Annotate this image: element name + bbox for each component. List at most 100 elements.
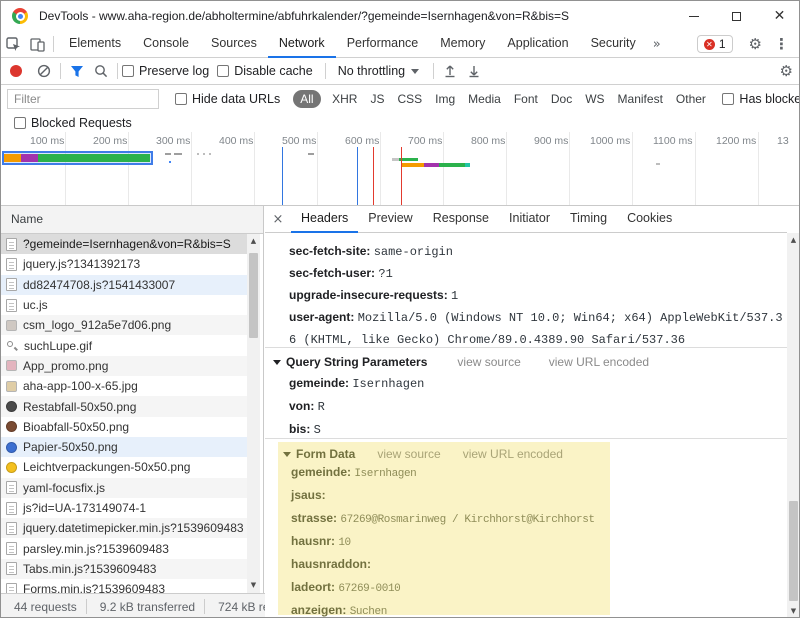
request-row[interactable]: dd82474708.js?1541433007: [1, 275, 247, 295]
has-blocked-cookies-checkbox[interactable]: [722, 93, 734, 105]
tab-security[interactable]: Security: [580, 31, 647, 58]
request-name: App_promo.png: [23, 359, 108, 373]
form-param: hausnraddon:: [278, 554, 610, 577]
settings-gear-icon[interactable]: ⚙: [749, 35, 762, 53]
header-value: 1: [451, 289, 458, 303]
name-column-header[interactable]: Name: [1, 206, 264, 234]
request-row[interactable]: Papier-50x50.png: [1, 437, 247, 457]
tab-application[interactable]: Application: [496, 31, 579, 58]
tab-network[interactable]: Network: [268, 31, 336, 58]
event-marker-line: [401, 147, 402, 206]
request-row[interactable]: yaml-focusfix.js: [1, 478, 247, 498]
pill-xhr[interactable]: XHR: [332, 92, 357, 106]
waterfall-bar: [203, 153, 205, 155]
clear-icon[interactable]: [32, 59, 56, 83]
preserve-log-checkbox[interactable]: [122, 65, 134, 77]
requests-scrollbar[interactable]: ▲ ▼: [247, 234, 260, 593]
devtools-window: DevTools - www.aha-region.de/abholtermin…: [0, 0, 800, 618]
error-badge[interactable]: ✕ 1: [697, 35, 733, 53]
form-data-title[interactable]: Form Data: [296, 447, 355, 461]
scroll-down-icon[interactable]: ▼: [247, 578, 260, 593]
details-scrollbar[interactable]: ▲ ▼: [787, 233, 800, 618]
view-url-encoded-link[interactable]: view URL encoded: [549, 355, 649, 369]
request-row[interactable]: jquery.js?1341392173: [1, 254, 247, 274]
detail-tab-timing[interactable]: Timing: [560, 206, 617, 233]
request-row[interactable]: jquery.datetimepicker.min.js?1539609483: [1, 518, 247, 538]
filter-input[interactable]: [7, 89, 159, 109]
request-row[interactable]: csm_logo_912a5e7d06.png: [1, 315, 247, 335]
request-row[interactable]: Forms.min.js?1539609483: [1, 579, 247, 593]
throttling-select[interactable]: No throttling: [338, 64, 405, 78]
pill-ws[interactable]: WS: [585, 92, 604, 106]
status-segment: 9.2 kB transferred: [100, 600, 195, 614]
disable-cache-checkbox[interactable]: [217, 65, 229, 77]
detail-tab-cookies[interactable]: Cookies: [617, 206, 682, 233]
detail-tab-response[interactable]: Response: [423, 206, 499, 233]
request-row[interactable]: js?id=UA-173149074-1: [1, 498, 247, 518]
chevron-down-icon[interactable]: [273, 360, 281, 365]
maximize-button[interactable]: [715, 1, 758, 31]
network-settings-gear-icon[interactable]: ⚙: [780, 62, 793, 80]
request-row[interactable]: Leichtverpackungen-50x50.png: [1, 457, 247, 477]
preserve-log-label: Preserve log: [139, 64, 209, 78]
more-tabs-button[interactable]: »: [647, 37, 667, 52]
request-row[interactable]: Bioabfall-50x50.png: [1, 417, 247, 437]
scrollbar-thumb[interactable]: [249, 253, 258, 338]
scroll-down-icon[interactable]: ▼: [787, 604, 800, 618]
timeline-tick-label: 300 ms: [156, 135, 190, 147]
divider: [325, 63, 326, 79]
device-toolbar-icon[interactable]: [25, 32, 49, 56]
pill-all[interactable]: All: [293, 90, 320, 108]
scrollbar-thumb[interactable]: [789, 501, 798, 601]
status-bar: 44 requests9.2 kB transferred724 kB reso…: [1, 593, 265, 618]
close-details-icon[interactable]: ×: [265, 212, 291, 227]
pill-other[interactable]: Other: [676, 92, 706, 106]
request-row[interactable]: aha-app-100-x-65.jpg: [1, 376, 247, 396]
pill-font[interactable]: Font: [514, 92, 538, 106]
inspect-element-icon[interactable]: [1, 32, 25, 56]
timeline-gridline: [128, 132, 129, 206]
request-row[interactable]: App_promo.png: [1, 356, 247, 376]
request-row[interactable]: uc.js: [1, 295, 247, 315]
tab-memory[interactable]: Memory: [429, 31, 496, 58]
chevron-down-icon[interactable]: [283, 452, 291, 457]
tab-performance[interactable]: Performance: [336, 31, 430, 58]
hide-data-urls-checkbox[interactable]: [175, 93, 187, 105]
request-row[interactable]: parsley.min.js?1539609483: [1, 538, 247, 558]
minimize-button[interactable]: [672, 1, 715, 31]
view-url-encoded-link[interactable]: view URL encoded: [463, 447, 563, 461]
tab-console[interactable]: Console: [132, 31, 200, 58]
detail-tab-initiator[interactable]: Initiator: [499, 206, 560, 233]
tab-sources[interactable]: Sources: [200, 31, 268, 58]
close-button[interactable]: ✕: [758, 1, 800, 31]
import-har-icon[interactable]: [438, 59, 462, 83]
tab-elements[interactable]: Elements: [58, 31, 132, 58]
pill-manifest[interactable]: Manifest: [618, 92, 663, 106]
request-row[interactable]: Restabfall-50x50.png: [1, 396, 247, 416]
scroll-up-icon[interactable]: ▲: [247, 234, 260, 249]
file-line: [9, 512, 14, 513]
network-overview-timeline[interactable]: 100 ms200 ms300 ms400 ms500 ms600 ms700 …: [1, 132, 800, 206]
request-row[interactable]: ?gemeinde=Isernhagen&von=R&bis=S: [1, 234, 247, 254]
filter-funnel-icon[interactable]: [65, 59, 89, 83]
view-source-link[interactable]: view source: [457, 355, 520, 369]
pill-css[interactable]: CSS: [397, 92, 422, 106]
waterfall-bar: [174, 153, 182, 155]
blocked-requests-checkbox[interactable]: [14, 117, 26, 129]
export-har-icon[interactable]: [462, 59, 486, 83]
scroll-up-icon[interactable]: ▲: [787, 233, 800, 248]
kebab-menu-icon[interactable]: ⋮: [774, 35, 789, 53]
record-button[interactable]: [10, 65, 22, 77]
pill-img[interactable]: Img: [435, 92, 455, 106]
form-param: hausnr: 10: [278, 531, 610, 554]
request-row[interactable]: Tabs.min.js?1539609483: [1, 559, 247, 579]
detail-tab-headers[interactable]: Headers: [291, 206, 358, 233]
query-string-title[interactable]: Query String Parameters: [286, 355, 427, 369]
pill-media[interactable]: Media: [468, 92, 501, 106]
pill-js[interactable]: JS: [370, 92, 384, 106]
pill-doc[interactable]: Doc: [551, 92, 572, 106]
request-row[interactable]: suchLupe.gif: [1, 335, 247, 355]
view-source-link[interactable]: view source: [377, 447, 440, 461]
detail-tab-preview[interactable]: Preview: [358, 206, 422, 233]
search-icon[interactable]: [89, 59, 113, 83]
